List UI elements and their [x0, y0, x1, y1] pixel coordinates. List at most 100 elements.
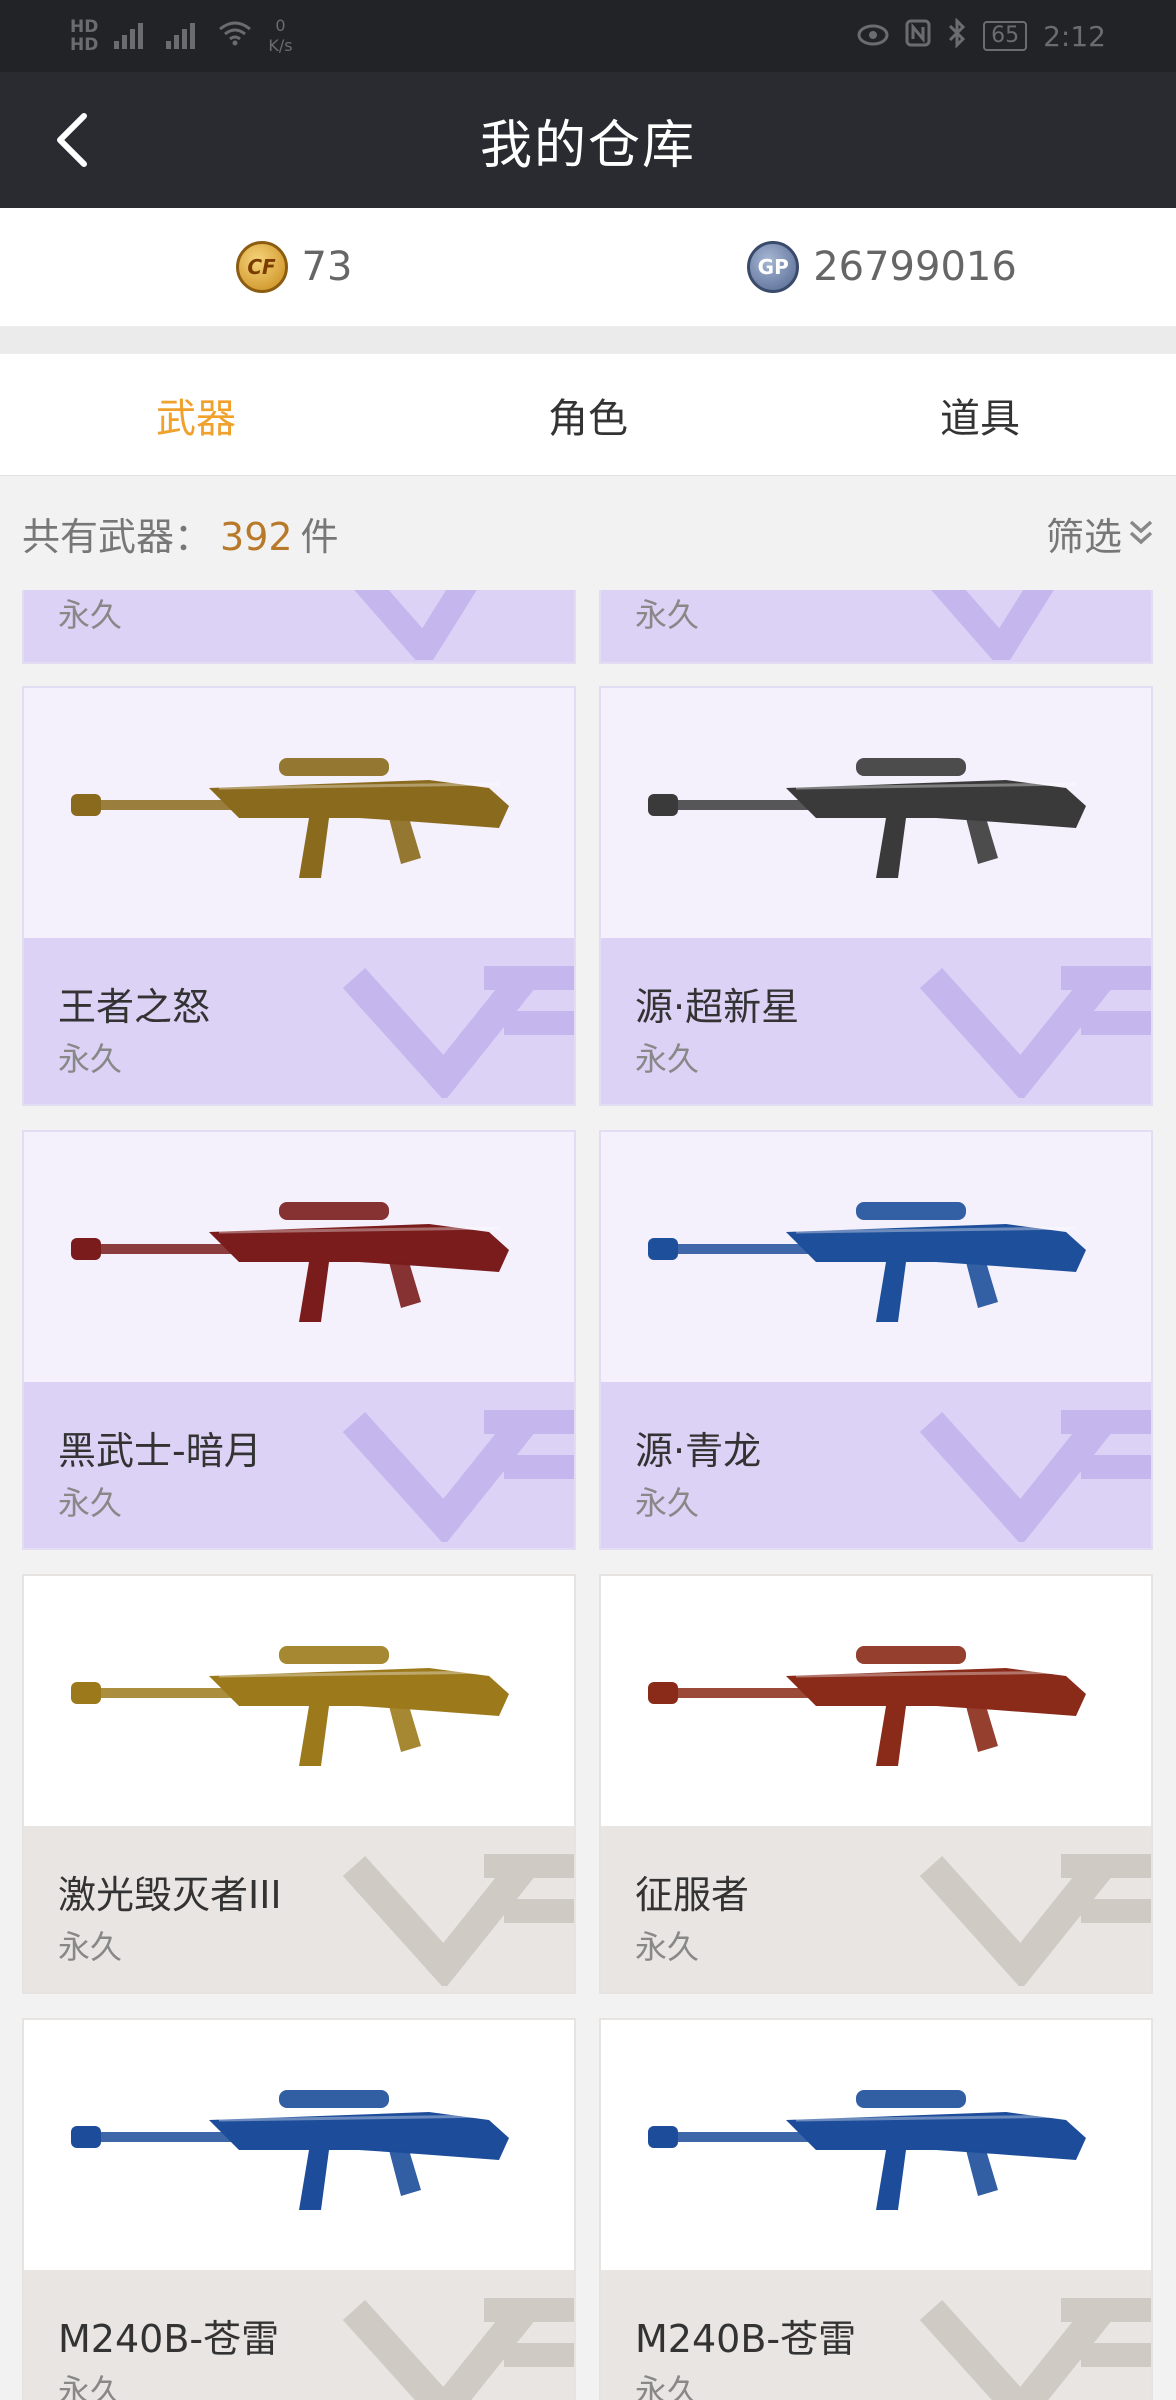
weapon-duration: 永久	[635, 2372, 700, 2400]
weapon-count-label: 共有武器：	[22, 514, 213, 559]
rifle-icon	[648, 1646, 1086, 1766]
weapon-info: 征服者 永久	[601, 1826, 1151, 1992]
cf-logo-watermark-icon	[342, 2298, 574, 2400]
weapon-card-partial[interactable]: 永久	[599, 590, 1153, 664]
status-left: HD HD 0 K/s	[70, 16, 293, 56]
weapon-card[interactable]: M240B-苍雷永久	[22, 2018, 576, 2400]
tab-items[interactable]: 道具	[784, 354, 1176, 475]
hd-label-1: HD	[70, 17, 99, 37]
status-right: 65 2:12	[857, 16, 1106, 55]
weapon-name: 黑武士-暗月	[58, 1429, 262, 1473]
weapon-duration: 永久	[635, 1928, 700, 1966]
weapon-name: 源·超新星	[635, 985, 800, 1029]
hd-label-2: HD	[70, 35, 99, 55]
filter-button[interactable]: 筛选	[1046, 506, 1154, 561]
weapon-duration: 永久	[635, 596, 700, 634]
cf-logo-watermark-icon	[919, 966, 1151, 1098]
weapon-name: M240B-苍雷	[635, 2317, 857, 2361]
weapon-count-value: 392	[220, 514, 293, 559]
cf-logo-watermark-icon	[919, 1854, 1151, 1986]
weapon-image	[601, 1576, 1151, 1826]
weapon-card[interactable]: M240B-苍雷永久	[599, 2018, 1153, 2400]
weapon-image	[601, 1132, 1151, 1382]
cf-points: CF 73	[0, 208, 588, 326]
weapon-card[interactable]: 源·青龙永久	[599, 1130, 1153, 1550]
weapon-info: 源·青龙永久	[601, 1382, 1151, 1548]
gp-points: GP 26799016	[588, 208, 1176, 326]
weapon-card[interactable]: 激光毁灭者III 永久	[22, 1574, 576, 1994]
weapon-image	[24, 1576, 574, 1826]
eye-icon	[857, 20, 889, 53]
cf-logo-watermark-icon	[919, 1410, 1151, 1542]
divider	[0, 326, 1176, 354]
gp-coin-icon: GP	[747, 241, 800, 293]
bluetooth-icon	[947, 16, 967, 55]
weapon-name: 源·青龙	[635, 1429, 762, 1473]
currency-bar: CF 73 GP 26799016	[0, 208, 1176, 326]
weapon-count-unit: 件	[300, 514, 339, 559]
cf-logo-watermark-icon	[342, 1854, 574, 1986]
weapon-card[interactable]: 征服者 永久	[599, 1574, 1153, 1994]
cf-coin-icon: CF	[235, 241, 288, 293]
clock: 2:12	[1043, 19, 1106, 53]
weapon-info: 源·超新星永久	[601, 938, 1151, 1104]
nfc-icon	[905, 19, 931, 54]
cf-logo-watermark-icon	[919, 2298, 1151, 2400]
weapon-info: 黑武士-暗月永久	[24, 1382, 574, 1548]
filter-label: 筛选	[1045, 514, 1122, 559]
weapon-duration: 永久	[58, 1928, 123, 1966]
cf-logo-watermark-icon	[354, 590, 477, 660]
gp-points-value: 26799016	[813, 244, 1017, 290]
double-chevron-down-icon	[1129, 520, 1153, 545]
hd-indicator: HD HD	[70, 18, 98, 54]
weapon-name: 征服者	[635, 1873, 750, 1917]
weapon-image	[601, 688, 1151, 938]
cf-points-value: 73	[301, 244, 353, 290]
weapon-card[interactable]: 王者之怒 永久	[22, 686, 576, 1106]
page-title: 我的仓库	[479, 115, 696, 176]
cf-logo-watermark-icon	[342, 1410, 574, 1542]
title-bar: 我的仓库	[0, 72, 1176, 208]
weapon-grid: 永久 永久 王者之怒 永久 源·超新星 永久 黑武士-暗月 永久 源·青龙 永久 激光毁灭者II…	[22, 590, 1154, 2400]
weapon-image	[24, 1132, 574, 1382]
cf-logo-watermark-icon	[931, 590, 1054, 660]
weapon-count: 共有武器： 392 件	[22, 506, 339, 561]
category-tabs: 武器 角色 道具	[0, 354, 1176, 476]
weapon-info: M240B-苍雷永久	[601, 2270, 1151, 2400]
weapon-duration: 永久	[58, 2372, 123, 2400]
signal-icon-2	[166, 23, 202, 49]
weapon-card[interactable]: 源·超新星永久	[599, 686, 1153, 1106]
rifle-icon	[648, 758, 1086, 878]
summary-bar: 共有武器： 392 件 筛选	[0, 476, 1176, 590]
wifi-icon	[218, 20, 252, 53]
net-speed-unit: K/s	[268, 36, 293, 55]
rifle-icon	[71, 2090, 509, 2210]
weapon-name: 激光毁灭者III	[58, 1873, 282, 1917]
rifle-icon	[71, 758, 509, 878]
net-speed-value: 0	[275, 16, 286, 35]
weapon-info: 王者之怒 永久	[24, 938, 574, 1104]
weapon-image	[24, 688, 574, 938]
rifle-icon	[648, 1202, 1086, 1322]
rifle-icon	[71, 1202, 509, 1322]
cf-logo-watermark-icon	[342, 966, 574, 1098]
weapon-name: M240B-苍雷	[58, 2317, 280, 2361]
weapon-image	[601, 2020, 1151, 2270]
weapon-duration: 永久	[58, 1484, 123, 1522]
tab-characters[interactable]: 角色	[392, 354, 784, 475]
weapon-info: 激光毁灭者III 永久	[24, 1826, 574, 1992]
tab-weapons[interactable]: 武器	[0, 354, 392, 475]
weapon-duration: 永久	[58, 596, 123, 634]
back-button[interactable]	[44, 112, 100, 168]
status-bar: HD HD 0 K/s 65 2:12	[0, 0, 1176, 72]
signal-icon	[114, 23, 150, 49]
rifle-icon	[71, 1646, 509, 1766]
weapon-duration: 永久	[58, 1040, 123, 1078]
battery-indicator: 65	[983, 21, 1028, 51]
weapon-card-partial[interactable]: 永久	[22, 590, 576, 664]
net-speed: 0 K/s	[268, 16, 292, 56]
weapon-image	[24, 2020, 574, 2270]
weapon-duration: 永久	[635, 1484, 700, 1522]
weapon-duration: 永久	[635, 1040, 700, 1078]
weapon-card[interactable]: 黑武士-暗月永久	[22, 1130, 576, 1550]
